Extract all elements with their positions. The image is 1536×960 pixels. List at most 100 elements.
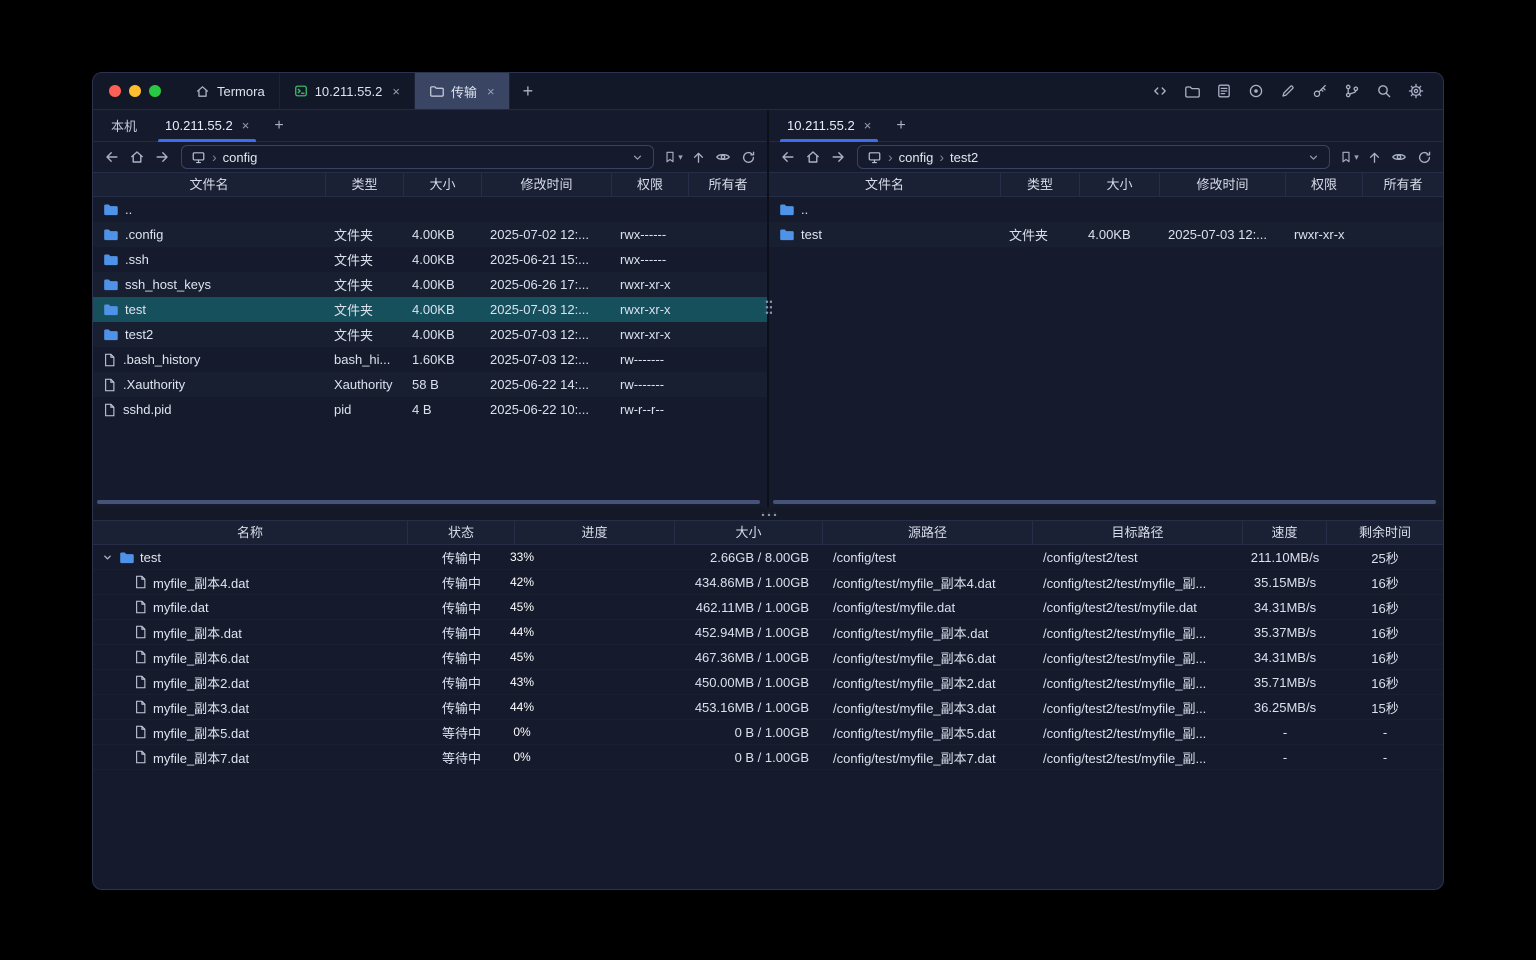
new-subtab-button[interactable]: +: [263, 110, 294, 141]
breadcrumb-segment[interactable]: config: [223, 150, 258, 165]
key-icon[interactable]: [1309, 80, 1331, 102]
chevron-down-icon[interactable]: [1307, 151, 1320, 164]
up-directory-icon[interactable]: [687, 146, 709, 168]
window-controls: [93, 73, 181, 109]
file-icon: [134, 675, 147, 689]
refresh-icon[interactable]: [1413, 146, 1435, 168]
tab-ssh-session[interactable]: 10.211.55.2 ×: [280, 73, 415, 109]
column-header[interactable]: 名称: [93, 521, 408, 544]
transfer-row[interactable]: myfile_副本5.dat 等待中 0% 0 B / 1.00GB /conf…: [93, 720, 1443, 745]
column-header[interactable]: 速度: [1243, 521, 1327, 544]
transfer-row[interactable]: myfile_副本2.dat 传输中 43% 450.00MB / 1.00GB…: [93, 670, 1443, 695]
column-header[interactable]: 大小: [675, 521, 823, 544]
right-nav-bar: › config › test2 ▾: [769, 142, 1443, 172]
transfer-row[interactable]: myfile_副本4.dat 传输中 42% 434.86MB / 1.00GB…: [93, 570, 1443, 595]
right-table-header: 文件名 类型 大小 修改时间 权限 所有者: [769, 172, 1443, 197]
right-file-panel: 10.211.55.2 × + › config › test2 ▾: [769, 110, 1443, 507]
column-header[interactable]: 修改时间: [1160, 173, 1286, 196]
back-icon[interactable]: [101, 146, 123, 168]
bookmark-icon[interactable]: ▾: [662, 146, 684, 168]
chevron-down-icon[interactable]: [631, 151, 644, 164]
close-tab-icon[interactable]: ×: [392, 84, 400, 99]
folder-icon: [103, 228, 118, 241]
search-icon[interactable]: [1373, 80, 1395, 102]
tab-home[interactable]: Termora: [181, 73, 280, 109]
file-row[interactable]: .bash_history bash_hi...1.60KB2025-07-03…: [93, 347, 767, 372]
file-row[interactable]: test 文件夹4.00KB2025-07-03 12:...rwxr-xr-x: [769, 222, 1443, 247]
file-row[interactable]: sshd.pid pid4 B2025-06-22 10:...rw-r--r-…: [93, 397, 767, 422]
settings-icon[interactable]: [1405, 80, 1427, 102]
folder-icon: [779, 228, 794, 241]
file-row[interactable]: .Xauthority Xauthority58 B2025-06-22 14:…: [93, 372, 767, 397]
column-header[interactable]: 大小: [404, 173, 482, 196]
right-path-breadcrumb[interactable]: › config › test2: [857, 145, 1330, 169]
transfer-row[interactable]: myfile_副本7.dat 等待中 0% 0 B / 1.00GB /conf…: [93, 745, 1443, 770]
minimize-window-button[interactable]: [129, 85, 141, 97]
close-subtab-icon[interactable]: ×: [242, 118, 250, 133]
forward-icon[interactable]: [151, 146, 173, 168]
breadcrumb-segment[interactable]: config: [899, 150, 934, 165]
close-tab-icon[interactable]: ×: [487, 84, 495, 99]
file-row[interactable]: .config 文件夹4.00KB2025-07-02 12:...rwx---…: [93, 222, 767, 247]
show-hidden-eye-icon[interactable]: [1388, 146, 1410, 168]
left-path-breadcrumb[interactable]: › config: [181, 145, 654, 169]
column-header[interactable]: 所有者: [1363, 173, 1443, 196]
record-icon[interactable]: [1245, 80, 1267, 102]
show-hidden-eye-icon[interactable]: [712, 146, 734, 168]
horizontal-scrollbar[interactable]: [773, 500, 1436, 504]
horizontal-scrollbar[interactable]: [97, 500, 760, 504]
column-header[interactable]: 大小: [1080, 173, 1160, 196]
home-icon[interactable]: [126, 146, 148, 168]
close-subtab-icon[interactable]: ×: [864, 118, 872, 133]
column-header[interactable]: 文件名: [769, 173, 1001, 196]
splitter-grip[interactable]: [759, 512, 777, 516]
collapse-chevron-icon[interactable]: [101, 552, 113, 563]
column-header[interactable]: 状态: [408, 521, 515, 544]
transfer-row[interactable]: myfile.dat 传输中 45% 462.11MB / 1.00GB /co…: [93, 595, 1443, 620]
file-row[interactable]: test2 文件夹4.00KB2025-07-03 12:...rwxr-xr-…: [93, 322, 767, 347]
column-header[interactable]: 文件名: [93, 173, 326, 196]
subtab-local[interactable]: 本机: [97, 110, 151, 141]
column-header[interactable]: 权限: [612, 173, 689, 196]
home-icon[interactable]: [802, 146, 824, 168]
refresh-icon[interactable]: [737, 146, 759, 168]
bookmark-icon[interactable]: ▾: [1338, 146, 1360, 168]
column-header[interactable]: 源路径: [823, 521, 1033, 544]
transfer-row[interactable]: myfile_副本3.dat 传输中 44% 453.16MB / 1.00GB…: [93, 695, 1443, 720]
subtab-remote[interactable]: 10.211.55.2 ×: [151, 110, 263, 141]
file-row[interactable]: ..: [769, 197, 1443, 222]
column-header[interactable]: 进度: [515, 521, 675, 544]
column-header[interactable]: 修改时间: [482, 173, 612, 196]
column-header[interactable]: 目标路径: [1033, 521, 1243, 544]
transfer-panel-splitter[interactable]: [93, 507, 1443, 520]
column-header[interactable]: 类型: [326, 173, 404, 196]
column-header[interactable]: 剩余时间: [1327, 521, 1443, 544]
forward-icon[interactable]: [827, 146, 849, 168]
close-window-button[interactable]: [109, 85, 121, 97]
up-directory-icon[interactable]: [1363, 146, 1385, 168]
edit-icon[interactable]: [1277, 80, 1299, 102]
zoom-window-button[interactable]: [149, 85, 161, 97]
transfer-row[interactable]: myfile_副本6.dat 传输中 45% 467.36MB / 1.00GB…: [93, 645, 1443, 670]
log-icon[interactable]: [1213, 80, 1235, 102]
folder-icon: [103, 203, 118, 216]
new-subtab-button[interactable]: +: [885, 110, 916, 141]
tab-transfer[interactable]: 传输 ×: [415, 73, 510, 109]
branch-icon[interactable]: [1341, 80, 1363, 102]
column-header[interactable]: 类型: [1001, 173, 1080, 196]
file-row[interactable]: ssh_host_keys 文件夹4.00KB2025-06-26 17:...…: [93, 272, 767, 297]
column-header[interactable]: 所有者: [689, 173, 767, 196]
code-icon[interactable]: [1149, 80, 1171, 102]
file-row-selected[interactable]: test 文件夹4.00KB2025-07-03 12:...rwxr-xr-x: [93, 297, 767, 322]
new-tab-button[interactable]: +: [510, 73, 547, 109]
file-row[interactable]: .ssh 文件夹4.00KB2025-06-21 15:...rwx------: [93, 247, 767, 272]
transfer-row[interactable]: test 传输中 33% 2.66GB / 8.00GB /config/tes…: [93, 545, 1443, 570]
column-header[interactable]: 权限: [1286, 173, 1363, 196]
folder-icon[interactable]: [1181, 80, 1203, 102]
breadcrumb-segment[interactable]: test2: [950, 150, 978, 165]
tab-label: 传输: [451, 82, 477, 101]
file-row[interactable]: ..: [93, 197, 767, 222]
subtab-remote[interactable]: 10.211.55.2 ×: [773, 110, 885, 141]
transfer-row[interactable]: myfile_副本.dat 传输中 44% 452.94MB / 1.00GB …: [93, 620, 1443, 645]
back-icon[interactable]: [777, 146, 799, 168]
